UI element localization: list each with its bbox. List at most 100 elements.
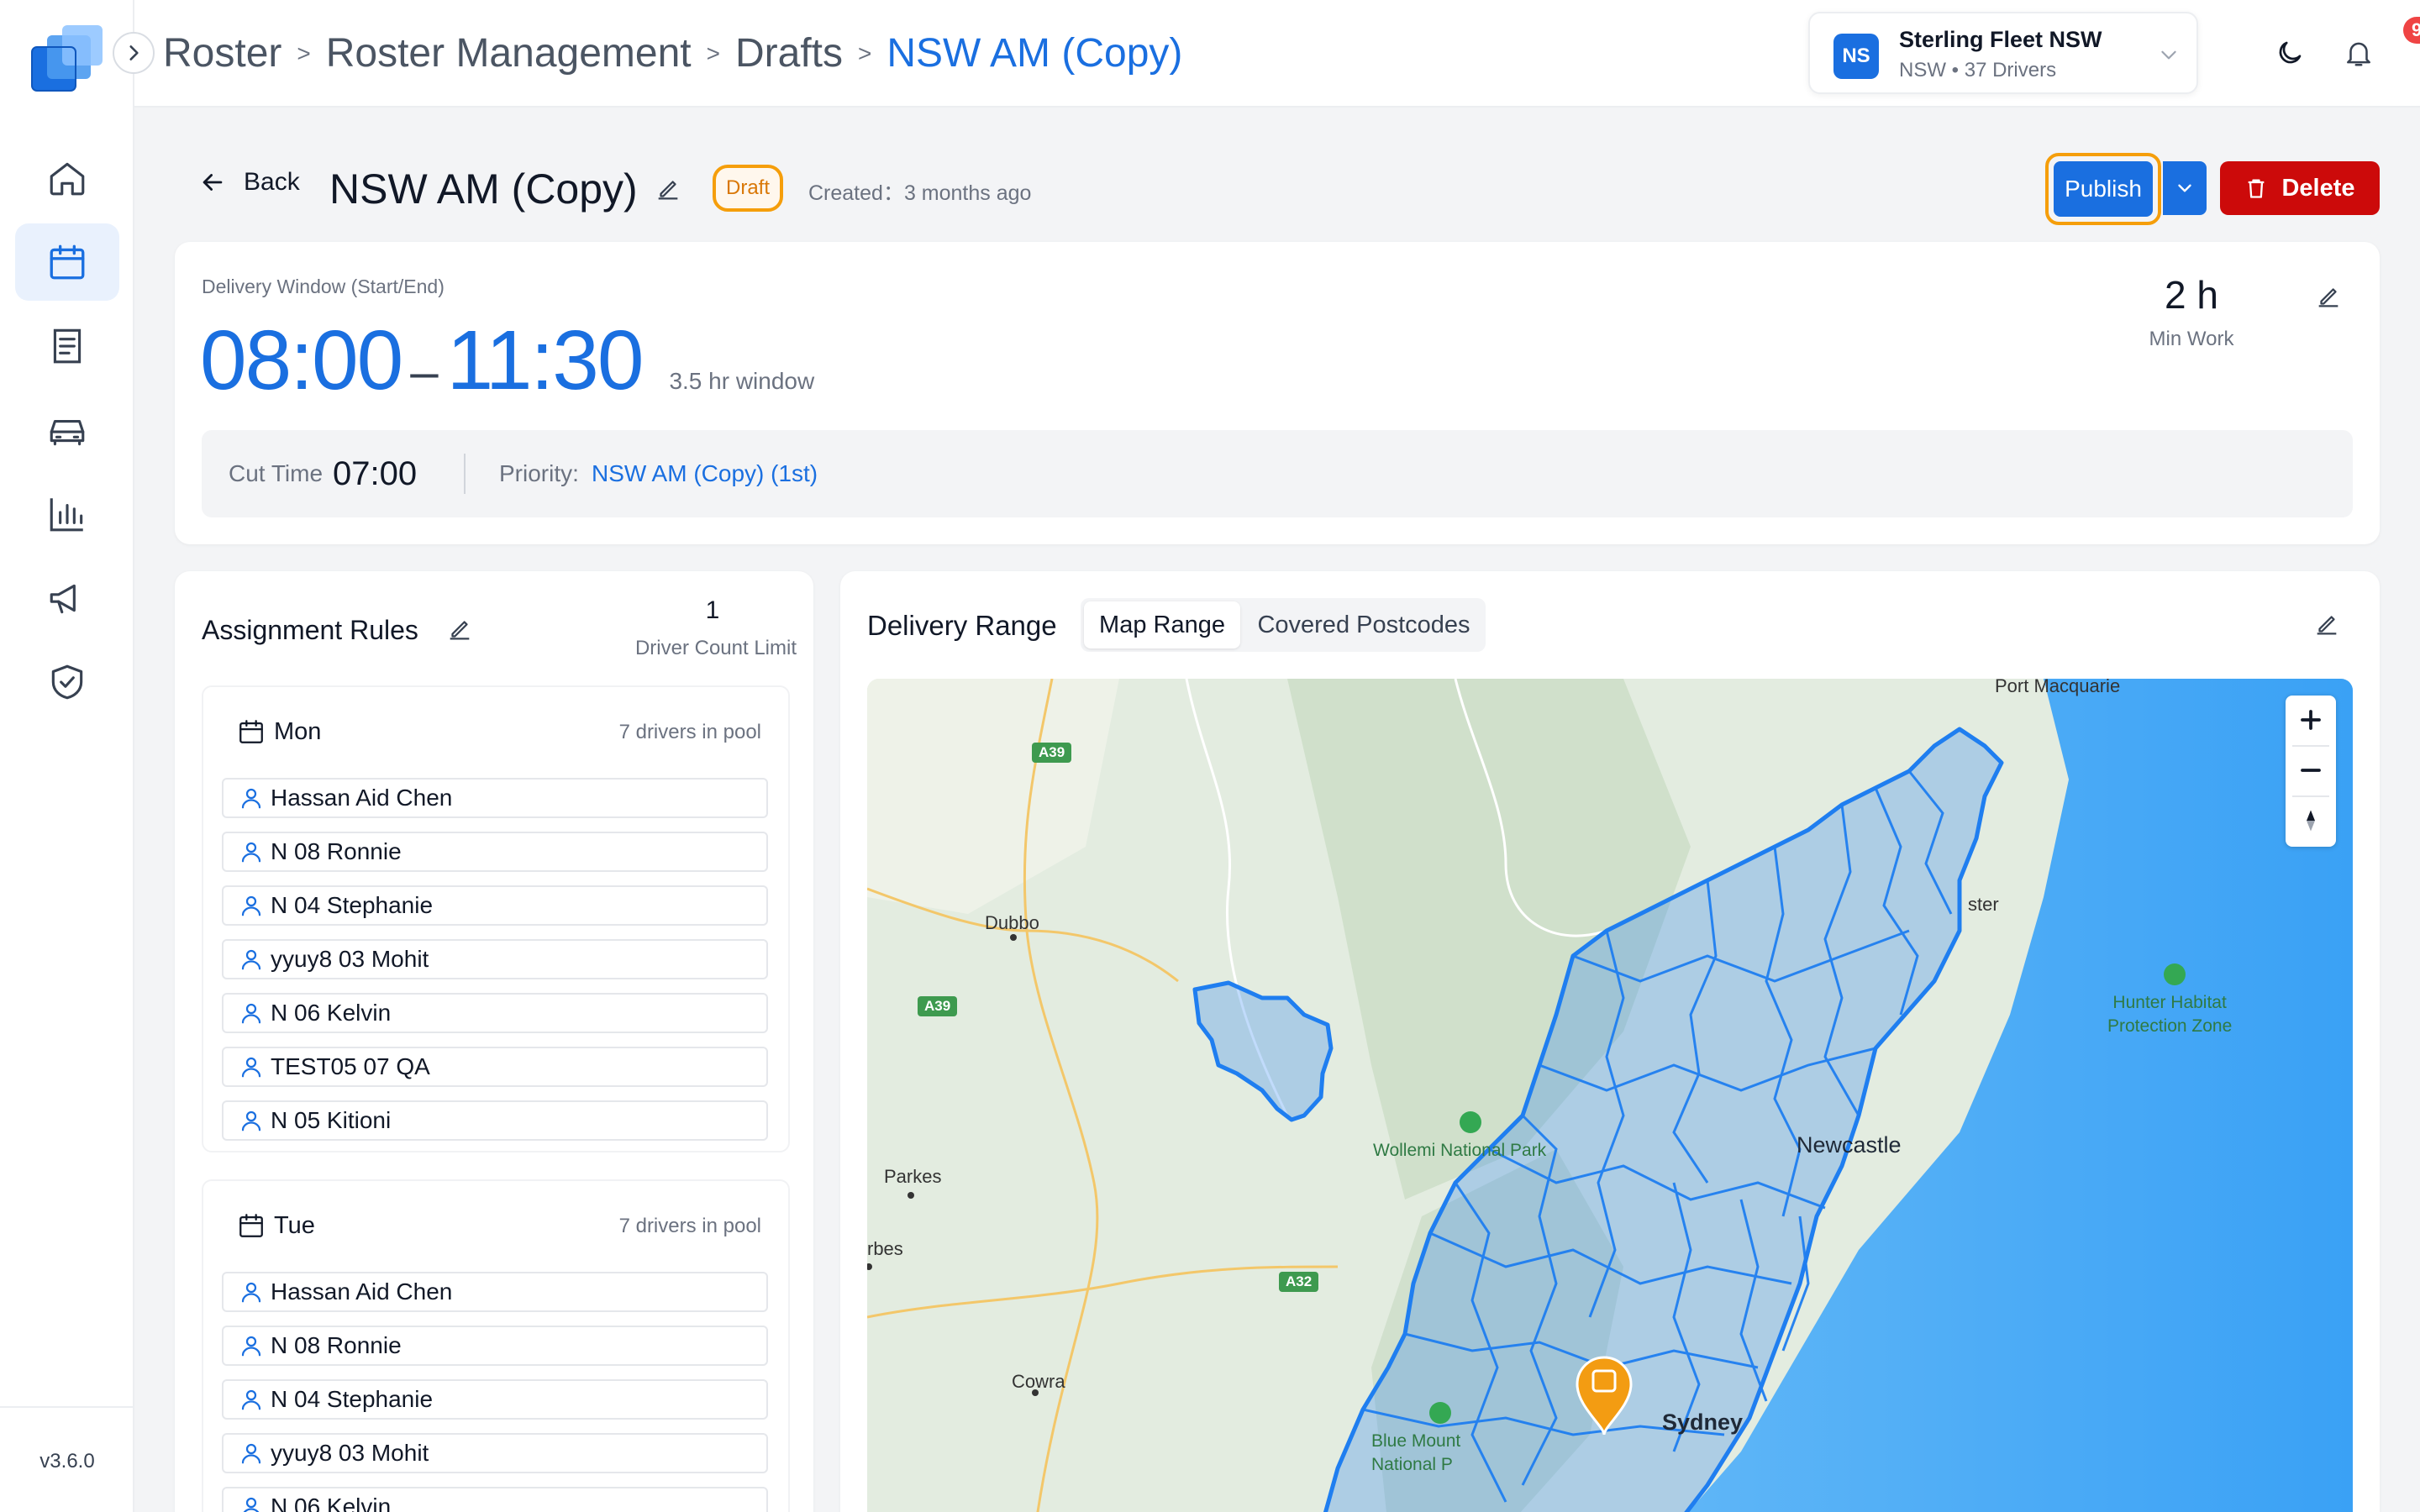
publish-options-button[interactable] bbox=[2163, 161, 2207, 215]
zoom-in-button[interactable] bbox=[2286, 696, 2336, 744]
road-shield-a32: A32 bbox=[1279, 1272, 1319, 1292]
road-shield-a39: A39 bbox=[1032, 743, 1072, 763]
driver-item[interactable]: N 06 Kelvin bbox=[222, 993, 768, 1033]
driver-limit-value: 1 bbox=[705, 596, 720, 624]
sidebar-item-marketing[interactable] bbox=[15, 559, 119, 637]
edit-title-icon[interactable] bbox=[654, 175, 682, 203]
driver-item[interactable]: yyuy8 03 Mohit bbox=[222, 1433, 768, 1473]
page-title: NSW AM (Copy) bbox=[329, 165, 638, 213]
map-label-port-macquarie: Port Macquarie bbox=[1995, 679, 2121, 696]
map-label-dubbo: Dubbo bbox=[985, 912, 1039, 933]
delivery-range-title: Delivery Range bbox=[867, 610, 1057, 641]
delivery-range-card: Delivery Range Map Range Covered Postcod… bbox=[840, 571, 2380, 1512]
driver-name: Hassan Aid Chen bbox=[271, 785, 453, 811]
zoom-out-button[interactable] bbox=[2286, 746, 2336, 795]
assignment-rules-title: Assignment Rules bbox=[202, 615, 418, 645]
user-icon bbox=[241, 1110, 261, 1131]
user-icon bbox=[241, 895, 261, 916]
user-icon bbox=[241, 842, 261, 863]
app-logo[interactable] bbox=[29, 22, 106, 96]
delivery-window-times: 08:00 – 11:30 3.5 hr window bbox=[200, 312, 814, 409]
window-span: 3.5 hr window bbox=[669, 368, 815, 394]
window-dash: – bbox=[410, 344, 439, 400]
pool-count: 7 drivers in pool bbox=[618, 1215, 761, 1237]
minus-icon bbox=[2301, 769, 2321, 772]
theme-toggle-button[interactable] bbox=[2269, 32, 2311, 74]
driver-item[interactable]: N 08 Ronnie bbox=[222, 832, 768, 872]
breadcrumb: Roster > Roster Management > Drafts > NS… bbox=[163, 30, 1182, 76]
tab-covered-postcodes[interactable]: Covered Postcodes bbox=[1245, 601, 1482, 648]
back-button[interactable]: Back bbox=[198, 168, 300, 197]
back-label: Back bbox=[244, 168, 300, 196]
breadcrumb-roster-management[interactable]: Roster Management bbox=[326, 30, 692, 76]
breadcrumb-separator: > bbox=[706, 39, 720, 66]
cut-divider bbox=[464, 454, 466, 494]
sidebar-item-compliance[interactable] bbox=[15, 643, 119, 721]
sidebar-divider bbox=[0, 1406, 134, 1408]
chevron-down-icon bbox=[2161, 50, 2176, 60]
min-work-value: 2 h bbox=[2165, 273, 2218, 317]
driver-item[interactable]: N 04 Stephanie bbox=[222, 885, 768, 926]
driver-name: Hassan Aid Chen bbox=[271, 1278, 453, 1305]
driver-item[interactable]: N 05 Kitioni bbox=[222, 1100, 768, 1141]
driver-name: N 06 Kelvin bbox=[271, 1000, 392, 1026]
breadcrumb-drafts[interactable]: Drafts bbox=[735, 30, 843, 76]
compass-icon bbox=[2307, 810, 2315, 832]
plus-icon bbox=[2301, 710, 2321, 730]
driver-item[interactable]: N 06 Kelvin bbox=[222, 1487, 768, 1512]
driver-item[interactable]: yyuy8 03 Mohit bbox=[222, 939, 768, 979]
edit-range-icon[interactable] bbox=[2312, 610, 2341, 638]
collapse-sidebar-button[interactable] bbox=[113, 32, 155, 74]
day-block-mon: Mon 7 drivers in pool Hassan Aid Chen N 0… bbox=[202, 685, 790, 1152]
window-end-time: 11:30 bbox=[446, 313, 644, 407]
priority-label: Priority: bbox=[499, 460, 579, 486]
breadcrumb-separator: > bbox=[858, 39, 872, 66]
day-name: Tue bbox=[274, 1211, 315, 1239]
sidebar-item-home[interactable] bbox=[15, 139, 119, 217]
sidebar-item-reports[interactable] bbox=[15, 475, 119, 553]
top-header: Roster > Roster Management > Drafts > NS… bbox=[134, 0, 2420, 108]
priority-link[interactable]: NSW AM (Copy) (1st) bbox=[592, 460, 818, 487]
driver-name: N 08 Ronnie bbox=[271, 838, 402, 864]
driver-name: N 04 Stephanie bbox=[271, 892, 434, 918]
user-icon bbox=[241, 1282, 261, 1303]
user-icon bbox=[241, 1057, 261, 1078]
map-label-forbes: rbes bbox=[867, 1238, 903, 1259]
car-icon bbox=[50, 420, 85, 446]
breadcrumb-current: NSW AM (Copy) bbox=[886, 31, 1183, 76]
driver-item[interactable]: N 04 Stephanie bbox=[222, 1379, 768, 1420]
assignment-rules-card: Assignment Rules 1 Driver Count Limit Mo… bbox=[175, 571, 813, 1512]
delete-button[interactable]: Delete bbox=[2220, 161, 2380, 215]
fleet-switcher[interactable]: NS Sterling Fleet NSW NSW • 37 Drivers bbox=[1808, 12, 2198, 94]
map-zoom-controls bbox=[2286, 696, 2336, 847]
notifications-button[interactable] bbox=[2338, 32, 2380, 74]
sidebar-item-vehicles[interactable] bbox=[15, 391, 119, 469]
edit-window-icon[interactable] bbox=[2314, 282, 2343, 311]
driver-item[interactable]: Hassan Aid Chen bbox=[222, 1272, 768, 1312]
publish-button[interactable]: Publish bbox=[2054, 161, 2153, 217]
app-version: v3.6.0 bbox=[39, 1450, 95, 1473]
driver-name: N 06 Kelvin bbox=[271, 1494, 392, 1512]
sidebar-item-orders[interactable] bbox=[15, 307, 119, 385]
tab-map-range[interactable]: Map Range bbox=[1084, 601, 1240, 648]
fleet-badge: NS bbox=[1833, 34, 1879, 79]
driver-item[interactable]: Hassan Aid Chen bbox=[222, 778, 768, 818]
day-block-tue: Tue 7 drivers in pool Hassan Aid Chen N 0… bbox=[202, 1179, 790, 1512]
user-icon bbox=[241, 949, 261, 970]
driver-item[interactable]: N 08 Ronnie bbox=[222, 1326, 768, 1366]
breadcrumb-roster[interactable]: Roster bbox=[163, 30, 281, 76]
delivery-range-map[interactable]: Port Macquarie Dubbo Parkes rbes Cowra N… bbox=[867, 679, 2353, 1512]
bell-icon bbox=[2347, 42, 2370, 66]
sidebar: v3.6.0 bbox=[0, 0, 155, 1512]
driver-name: N 08 Ronnie bbox=[271, 1332, 402, 1358]
shield-check-icon bbox=[51, 664, 83, 700]
compass-button[interactable] bbox=[2286, 796, 2336, 845]
map-canvas bbox=[867, 679, 2353, 1512]
driver-item[interactable]: TEST05 07 QA bbox=[222, 1047, 768, 1087]
home-icon bbox=[50, 162, 85, 196]
driver-name: yyuy8 03 Mohit bbox=[271, 1440, 429, 1466]
edit-rules-icon[interactable] bbox=[445, 615, 474, 643]
calendar-icon bbox=[239, 720, 263, 743]
sidebar-item-roster[interactable] bbox=[15, 223, 119, 301]
calendar-icon bbox=[239, 1214, 263, 1237]
